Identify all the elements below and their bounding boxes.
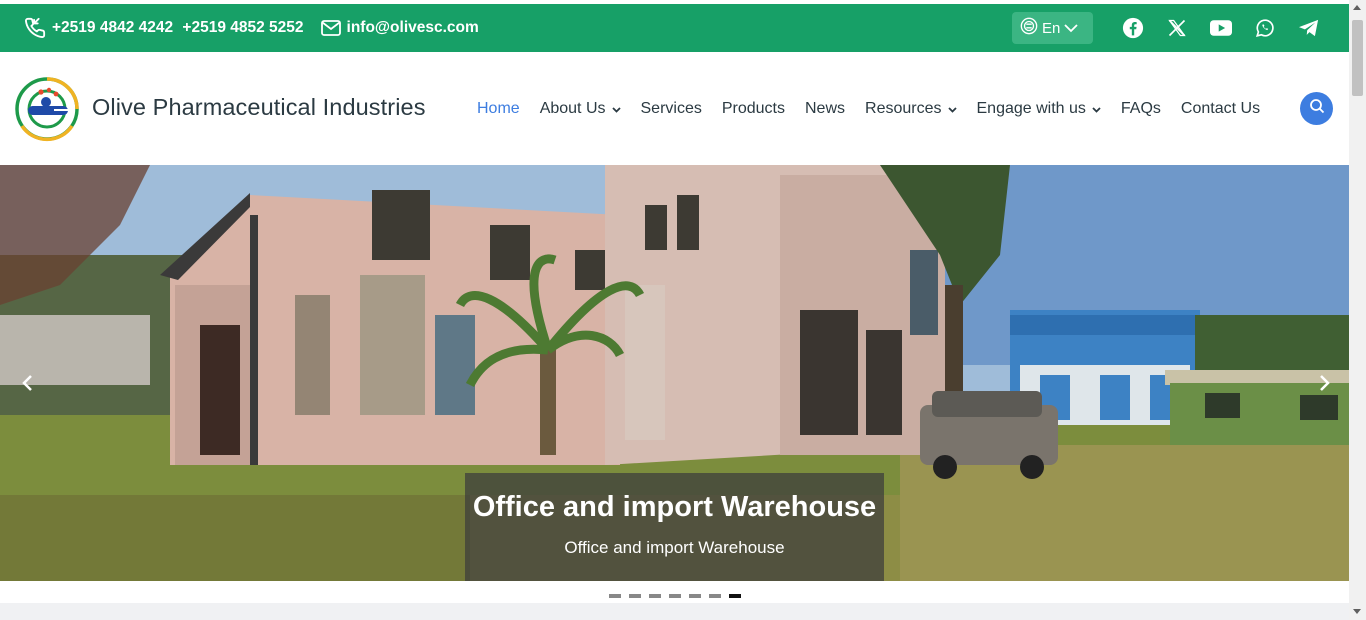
- slide-subtitle: Office and import Warehouse: [564, 538, 785, 557]
- language-selector[interactable]: En: [1012, 12, 1093, 44]
- chevron-down-icon: [1064, 20, 1078, 37]
- phone-numbers[interactable]: +2519 4842 4242 +2519 4852 5252: [52, 19, 309, 37]
- nav-item-engage-with-us[interactable]: Engage with us: [977, 100, 1101, 118]
- carousel-indicator-6[interactable]: [709, 594, 721, 598]
- phone-number-2[interactable]: +2519 4852 5252: [182, 19, 303, 36]
- facebook-icon[interactable]: [1121, 16, 1145, 40]
- carousel-indicator-2[interactable]: [629, 594, 641, 598]
- chevron-down-icon: [947, 100, 957, 118]
- language-label: En: [1042, 19, 1061, 37]
- section-band: [0, 603, 1349, 620]
- chevron-down-icon: [611, 100, 621, 118]
- globe-icon: [1020, 17, 1038, 39]
- carousel-next-button[interactable]: [1314, 373, 1334, 393]
- page-scrollbar[interactable]: [1349, 0, 1366, 620]
- nav-label: News: [805, 99, 846, 117]
- nav-label: Services: [640, 99, 702, 117]
- nav-item-services[interactable]: Services: [641, 100, 702, 118]
- scroll-up-arrow-icon[interactable]: [1353, 5, 1361, 10]
- top-bar: +2519 4842 4242 +2519 4852 5252 info@oli…: [0, 4, 1349, 52]
- slide-caption: Office and import Warehouse Office and i…: [465, 473, 884, 581]
- nav-label: FAQs: [1120, 99, 1161, 117]
- nav-label: Products: [721, 99, 785, 117]
- search-icon: [1309, 98, 1325, 119]
- phone-icon: [24, 17, 46, 39]
- telegram-icon[interactable]: [1297, 16, 1321, 40]
- phone-number-1[interactable]: +2519 4842 4242: [52, 19, 173, 36]
- page: +2519 4842 4242 +2519 4852 5252 info@oli…: [0, 0, 1366, 620]
- nav-label: About Us: [539, 99, 606, 117]
- chevron-down-icon: [1092, 100, 1101, 118]
- carousel-indicator-5[interactable]: [689, 594, 701, 598]
- carousel-prev-button[interactable]: [18, 373, 38, 393]
- company-logo[interactable]: [14, 76, 80, 142]
- slide-title: Office and import Warehouse: [472, 491, 877, 523]
- brand-name[interactable]: Olive Pharmaceutical Industries: [92, 94, 426, 121]
- whatsapp-icon[interactable]: [1253, 16, 1277, 40]
- carousel-indicator-4[interactable]: [669, 594, 681, 598]
- nav-item-faqs[interactable]: FAQs: [1121, 100, 1161, 118]
- nav-label: Home: [477, 99, 520, 117]
- nav-item-news[interactable]: News: [805, 100, 845, 118]
- main-nav: Home About Us Services Products News Res…: [477, 52, 1280, 165]
- carousel-indicator-1[interactable]: [609, 594, 621, 598]
- nav-label: Contact Us: [1180, 99, 1261, 117]
- carousel-indicator-7[interactable]: [729, 594, 741, 598]
- scrollbar-thumb[interactable]: [1352, 20, 1363, 96]
- mail-icon: [320, 20, 341, 36]
- nav-item-resources[interactable]: Resources: [865, 99, 957, 118]
- nav-item-about-us[interactable]: About Us: [540, 100, 621, 118]
- nav-label: Engage with us: [976, 99, 1086, 117]
- nav-item-home[interactable]: Home: [477, 100, 520, 118]
- hero-carousel: Office and import Warehouse Office and i…: [0, 165, 1349, 581]
- scroll-down-arrow-icon[interactable]: [1353, 609, 1361, 614]
- nav-item-products[interactable]: Products: [722, 100, 785, 118]
- x-twitter-icon[interactable]: [1165, 16, 1189, 40]
- carousel-indicator-3[interactable]: [649, 594, 661, 598]
- search-button[interactable]: [1300, 92, 1333, 125]
- carousel-indicators: [609, 594, 749, 600]
- nav-item-contact-us[interactable]: Contact Us: [1181, 100, 1260, 118]
- email-link[interactable]: info@olivesc.com: [347, 19, 479, 37]
- contact-info: +2519 4842 4242 +2519 4852 5252 info@oli…: [24, 4, 479, 52]
- social-links: [1121, 4, 1341, 52]
- youtube-icon[interactable]: [1209, 16, 1233, 40]
- nav-label: Resources: [865, 99, 942, 117]
- site-header: Olive Pharmaceutical Industries Home Abo…: [0, 52, 1349, 165]
